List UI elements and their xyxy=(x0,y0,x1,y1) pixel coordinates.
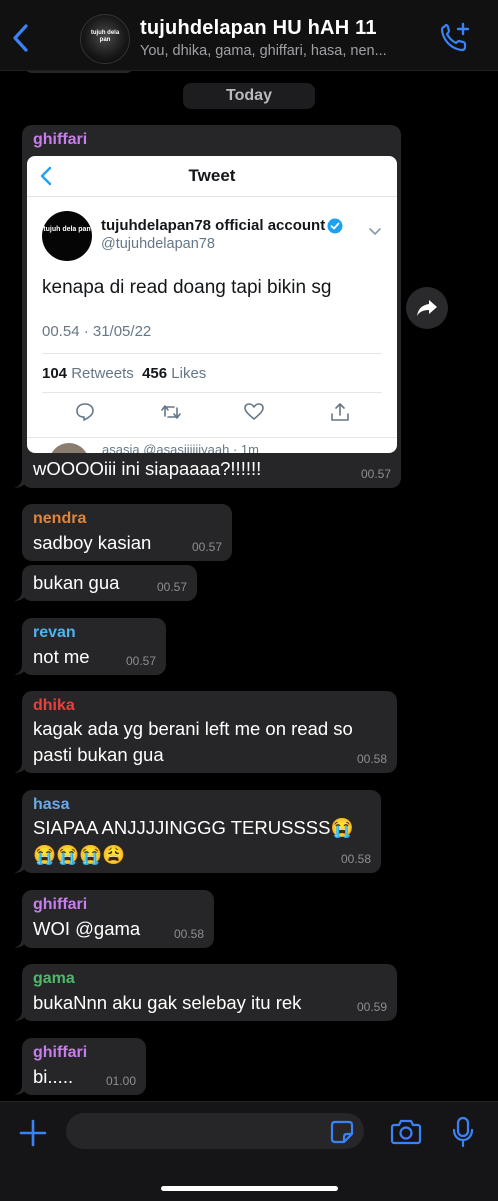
group-avatar-logo: tujuh dela pan xyxy=(90,30,120,43)
message-list[interactable]: Today ghiffari Tweet tujuh dela pan tuju… xyxy=(0,71,498,1101)
chevron-down-icon xyxy=(368,227,382,237)
share-icon xyxy=(329,401,351,423)
message-input[interactable] xyxy=(66,1113,364,1149)
bubble-tail xyxy=(9,1081,29,1095)
chat-header: tujuh dela pan tujuhdelapan HU hAH 11 Yo… xyxy=(0,0,498,71)
sender-name: dhika xyxy=(33,697,75,714)
message-text: wOOOOiii ini siapaaaa?!!!!!! xyxy=(33,458,262,479)
group-avatar[interactable]: tujuh dela pan xyxy=(80,14,130,64)
sender-name: gama xyxy=(33,970,75,987)
like-count: 456 xyxy=(142,365,168,382)
message-time: 00.57 xyxy=(360,467,391,481)
reply-icon xyxy=(74,401,96,423)
message-text: pasti bukan gua xyxy=(33,744,164,765)
sender-name: nendra xyxy=(33,510,87,527)
message-text: kagak ada yg berani left me on read so xyxy=(33,718,353,739)
like-icon xyxy=(243,401,265,423)
tweet-actions xyxy=(27,401,397,427)
message-text: WOI @gama xyxy=(33,918,141,939)
message-text: bukan gua xyxy=(33,572,120,593)
message-time: 01.00 xyxy=(105,1074,136,1088)
bubble-tail xyxy=(9,759,29,773)
message-bubble[interactable]: revan not me 00.57 xyxy=(9,618,166,675)
message-text: not me xyxy=(33,646,90,667)
verified-badge-icon xyxy=(327,218,343,234)
group-name[interactable]: tujuhdelapan HU hAH 11 xyxy=(140,17,377,40)
bubble-tail xyxy=(9,474,29,488)
previous-message-bubble xyxy=(24,71,134,73)
retweet-icon xyxy=(160,401,182,423)
tweet-screenshot[interactable]: Tweet tujuh dela pan tujuhdelapan78 offi… xyxy=(27,156,397,453)
retweet-count: 104 xyxy=(42,365,68,382)
tweet-author-name: tujuhdelapan78 official account xyxy=(101,217,326,234)
message-time: 00.57 xyxy=(125,654,156,668)
sender-name: ghiffari xyxy=(33,131,88,148)
bubble-tail xyxy=(9,1007,29,1021)
date-separator: Today xyxy=(183,83,315,109)
message-bubble[interactable]: ghiffari WOI @gama 00.58 xyxy=(9,890,214,948)
forward-arrow-icon xyxy=(417,300,437,316)
reply-preview: asasia @asasiiiiiiyaah · 1m xyxy=(102,442,259,453)
message-time: 00.58 xyxy=(340,852,371,866)
message-bubble[interactable]: nendra sadboy kasian 00.57 xyxy=(22,504,232,561)
chevron-left-icon[interactable] xyxy=(6,22,36,54)
tweet-author-handle: @tujuhdelapan78 xyxy=(101,236,215,252)
retweet-label: Retweets xyxy=(71,365,134,382)
sender-name: ghiffari xyxy=(33,896,88,913)
message-bubble[interactable]: bukan gua 00.57 xyxy=(9,565,197,601)
message-text: SIAPAA ANJJJJINGGG TERUSSSS😭 xyxy=(33,817,354,838)
tweet-header: Tweet xyxy=(27,156,397,197)
reply-avatar xyxy=(49,443,89,453)
camera-icon[interactable] xyxy=(390,1118,422,1146)
sender-name: ghiffari xyxy=(33,1044,88,1061)
tweet-text: kenapa di read doang tapi bikin sg xyxy=(42,277,332,298)
bubble-tail xyxy=(9,859,29,873)
bubble-tail xyxy=(9,934,29,948)
phone-plus-icon[interactable] xyxy=(438,22,472,54)
message-bubble[interactable]: dhika kagak ada yg berani left me on rea… xyxy=(9,691,397,773)
divider xyxy=(42,353,382,354)
tweet-author-avatar: tujuh dela pan xyxy=(42,211,92,261)
message-time: 00.57 xyxy=(156,580,187,594)
tweet-header-title: Tweet xyxy=(188,166,236,185)
divider xyxy=(27,437,397,438)
message-bubble[interactable]: hasa SIAPAA ANJJJJINGGG TERUSSSS😭 😭😭😭😩 0… xyxy=(9,790,381,873)
message-text: bukaNnn aku gak selebay itu rek xyxy=(33,992,302,1013)
composer-bar xyxy=(0,1101,498,1201)
bubble-tail xyxy=(9,661,29,675)
message-time: 00.57 xyxy=(191,540,222,554)
forward-button[interactable] xyxy=(406,287,448,329)
message-text: 😭😭😭😩 xyxy=(33,844,126,865)
bubble-tail xyxy=(9,587,29,601)
message-bubble[interactable]: gama bukaNnn aku gak selebay itu rek 00.… xyxy=(9,964,397,1021)
message-bubble[interactable]: ghiffari bi..... 01.00 xyxy=(9,1038,146,1095)
sender-name: hasa xyxy=(33,796,70,813)
message-time: 00.59 xyxy=(356,1000,387,1014)
tweet-stats: 104 Retweets 456 Likes xyxy=(42,365,206,382)
sender-name: revan xyxy=(33,624,76,641)
like-label: Likes xyxy=(171,365,207,382)
group-members[interactable]: You, dhika, gama, ghiffari, hasa, nen... xyxy=(140,43,430,59)
tweet-date: 00.54 · 31/05/22 xyxy=(42,323,152,340)
plus-icon[interactable] xyxy=(19,1119,47,1147)
message-bubble[interactable]: ghiffari Tweet tujuh dela pan tujuhdelap… xyxy=(9,125,401,488)
home-indicator xyxy=(161,1186,338,1191)
message-time: 00.58 xyxy=(173,927,204,941)
message-time: 00.58 xyxy=(356,752,387,766)
microphone-icon[interactable] xyxy=(452,1116,474,1148)
sticker-icon[interactable] xyxy=(330,1120,354,1144)
message-text: sadboy kasian xyxy=(33,532,152,553)
message-text: bi..... xyxy=(33,1066,74,1087)
divider xyxy=(42,392,382,393)
tweet-avatar-logo: tujuh dela pan xyxy=(43,226,91,233)
